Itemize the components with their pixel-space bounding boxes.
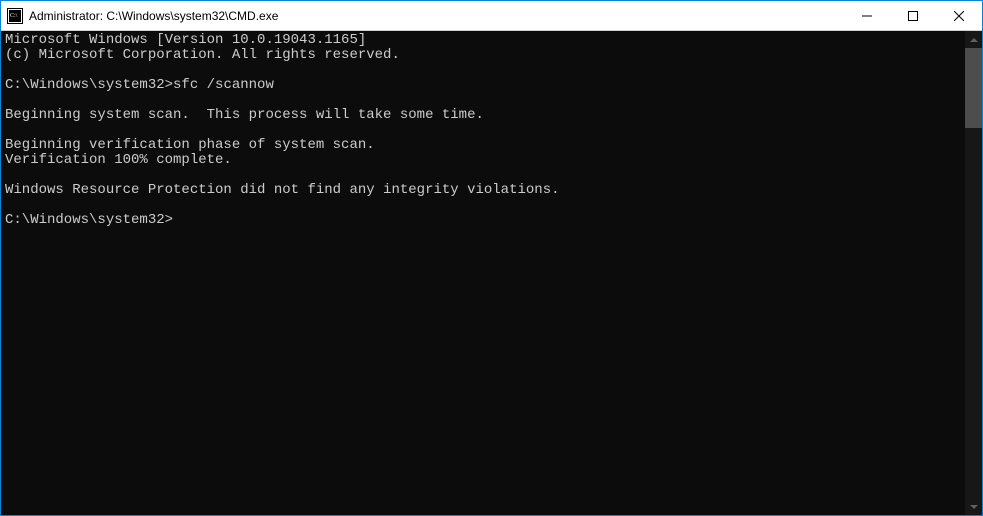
command-text: sfc /scannow: [173, 77, 274, 93]
maximize-button[interactable]: [890, 1, 936, 30]
minimize-button[interactable]: [844, 1, 890, 30]
scroll-up-arrow[interactable]: [965, 31, 982, 48]
scroll-track[interactable]: [965, 48, 982, 498]
scroll-thumb[interactable]: [965, 48, 982, 128]
cmd-icon: C:\: [7, 8, 23, 24]
window-controls: [844, 1, 982, 30]
prompt-path: C:\Windows\system32>: [5, 77, 173, 93]
output-line: Windows Resource Protection did not find…: [5, 182, 560, 198]
console-output[interactable]: Microsoft Windows [Version 10.0.19043.11…: [1, 31, 965, 515]
scroll-down-arrow[interactable]: [965, 498, 982, 515]
close-button[interactable]: [936, 1, 982, 30]
output-line: Microsoft Windows [Version 10.0.19043.11…: [5, 32, 366, 48]
window-title: Administrator: C:\Windows\system32\CMD.e…: [29, 9, 844, 23]
svg-text:C:\: C:\: [10, 13, 18, 19]
titlebar[interactable]: C:\ Administrator: C:\Windows\system32\C…: [1, 1, 982, 31]
output-line: Beginning verification phase of system s…: [5, 137, 375, 153]
output-line: Beginning system scan. This process will…: [5, 107, 484, 123]
output-line: Verification 100% complete.: [5, 152, 232, 168]
cmd-window: C:\ Administrator: C:\Windows\system32\C…: [0, 0, 983, 516]
vertical-scrollbar[interactable]: [965, 31, 982, 515]
prompt-path: C:\Windows\system32>: [5, 212, 173, 228]
output-line: (c) Microsoft Corporation. All rights re…: [5, 47, 400, 63]
console-area: Microsoft Windows [Version 10.0.19043.11…: [1, 31, 982, 515]
